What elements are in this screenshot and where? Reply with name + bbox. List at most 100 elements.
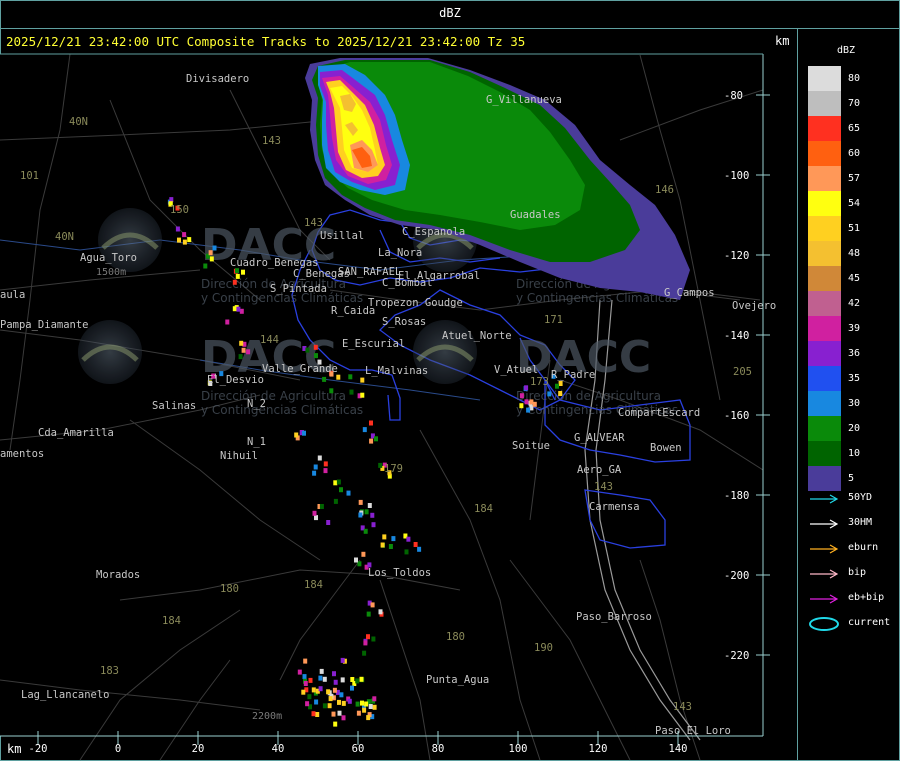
x-tick-label: 40 (272, 743, 285, 755)
place-label: C_Espanola (402, 226, 465, 238)
place-label: G_ALVEAR (574, 432, 625, 444)
place-label: S_Rosas (382, 316, 426, 328)
legend-swatch (808, 141, 841, 166)
legend-swatch (808, 441, 841, 466)
place-label: El_Desvio (207, 374, 264, 386)
radar-map[interactable]: DACC Dirección de Agricultura y Continge… (0, 0, 797, 761)
legend-swatch (808, 416, 841, 441)
legend-label: 54 (848, 198, 861, 209)
y-tick-label: -100 (724, 170, 749, 182)
place-label: E_Escurial (342, 338, 405, 350)
x-tick-label: 100 (509, 743, 528, 755)
track-legend-label: eb+bip (848, 592, 885, 603)
track-arrow-icon (810, 544, 839, 554)
route-number: 101 (20, 170, 39, 182)
axis-unit-label-bottom: km (7, 742, 22, 756)
route-number: 184 (162, 615, 181, 627)
svg-text:Dirección de Agricultura: Dirección de Agricultura (201, 389, 346, 403)
track-legend-label: bip (848, 567, 867, 578)
place-label: N_2 (247, 398, 266, 410)
route-number: 150 (170, 204, 189, 216)
x-tick-label: 140 (669, 743, 688, 755)
route-number: 143 (594, 481, 613, 493)
place-label: R_Caida (331, 305, 375, 317)
legend-swatch (808, 91, 841, 116)
place-label: C_Bombal (382, 277, 433, 289)
place-label: Valle_Grande (262, 363, 338, 375)
place-label: Ovejero (732, 300, 776, 312)
route-number: 143 (673, 701, 692, 713)
track-legend-item: eburn (808, 541, 878, 561)
route-number: 146 (655, 184, 674, 196)
current-ellipse-icon (809, 617, 839, 631)
y-tick-label: -140 (724, 330, 749, 342)
route-number: 171 (544, 314, 563, 326)
place-label: Agua_Toro (80, 252, 137, 264)
legend-swatch (808, 316, 841, 341)
legend-swatch (808, 466, 841, 491)
route-number: 144 (260, 334, 279, 346)
place-label: Tropezon Goudge (368, 297, 463, 309)
place-label: G_Campos (664, 287, 715, 299)
route-number: 173 (530, 376, 549, 388)
elevation-label: 1500m (96, 267, 126, 278)
axis-unit-label: km (775, 34, 790, 48)
panel-divider (797, 28, 798, 761)
x-tick-label: -20 (29, 743, 48, 755)
place-label: Paso_El_Loro (655, 725, 731, 737)
place-label: Salinas (152, 400, 196, 412)
svg-text:Dirección de Agricultura: Dirección de Agricultura (516, 389, 661, 403)
route-number: 190 (534, 642, 553, 654)
x-tick-label: 60 (352, 743, 365, 755)
place-label: Lag_Llancanelo (21, 689, 110, 701)
place-label: Los_Toldos (368, 567, 431, 579)
legend-label: 39 (848, 323, 861, 334)
legend-swatch (808, 341, 841, 366)
place-label: R_Padre (551, 369, 595, 381)
y-tick-label: -120 (724, 250, 749, 262)
place-label: Punta_Agua (426, 674, 489, 686)
track-legend-item: bip (808, 566, 866, 586)
legend-label: 70 (848, 98, 861, 109)
place-label: Soitue (512, 440, 550, 452)
track-arrow-icon (810, 494, 839, 504)
track-legend-label: 30HM (848, 517, 873, 528)
y-tick-label: -160 (724, 410, 749, 422)
legend-label: 51 (848, 223, 861, 234)
route-number: 179 (384, 463, 403, 475)
legend-swatch (808, 166, 841, 191)
legend-swatch (808, 66, 841, 91)
y-tick-label: -80 (724, 90, 743, 102)
place-label: L_Malvinas (365, 365, 428, 377)
legend-swatch (808, 366, 841, 391)
route-number: 180 (446, 631, 465, 643)
legend-label: 35 (848, 373, 861, 384)
legend-swatch (808, 216, 841, 241)
legend-swatch (808, 241, 841, 266)
track-legend-label: current (848, 617, 891, 628)
place-label: Paso_Barroso (576, 611, 652, 623)
place-label: Nihuil (220, 450, 258, 462)
track-arrow-icon (810, 594, 839, 604)
track-legend-item: eb+bip (808, 591, 884, 611)
place-label: Carmensa (589, 501, 640, 513)
route-number: 180 (220, 583, 239, 595)
place-label: Atuel_Norte (442, 330, 512, 342)
route-number: 184 (304, 579, 323, 591)
legend-label: 45 (848, 273, 861, 284)
legend-swatch (808, 191, 841, 216)
route-number: 143 (304, 217, 323, 229)
legend-label: 80 (848, 73, 861, 84)
elevation-label: 2200m (252, 711, 282, 722)
x-tick-label: 0 (115, 743, 121, 755)
place-label: Divisadero (186, 73, 249, 85)
place-label: G_Villanueva (486, 94, 562, 106)
place-label: Morados (96, 569, 140, 581)
track-legend-item: 30HM (808, 516, 872, 536)
legend-label: 30 (848, 398, 861, 409)
place-label: La_Nora (378, 247, 422, 259)
place-label: V_Atuel (494, 364, 538, 376)
legend-title: dBZ (837, 45, 856, 56)
legend-label: 60 (848, 148, 861, 159)
x-tick-label: 20 (192, 743, 205, 755)
